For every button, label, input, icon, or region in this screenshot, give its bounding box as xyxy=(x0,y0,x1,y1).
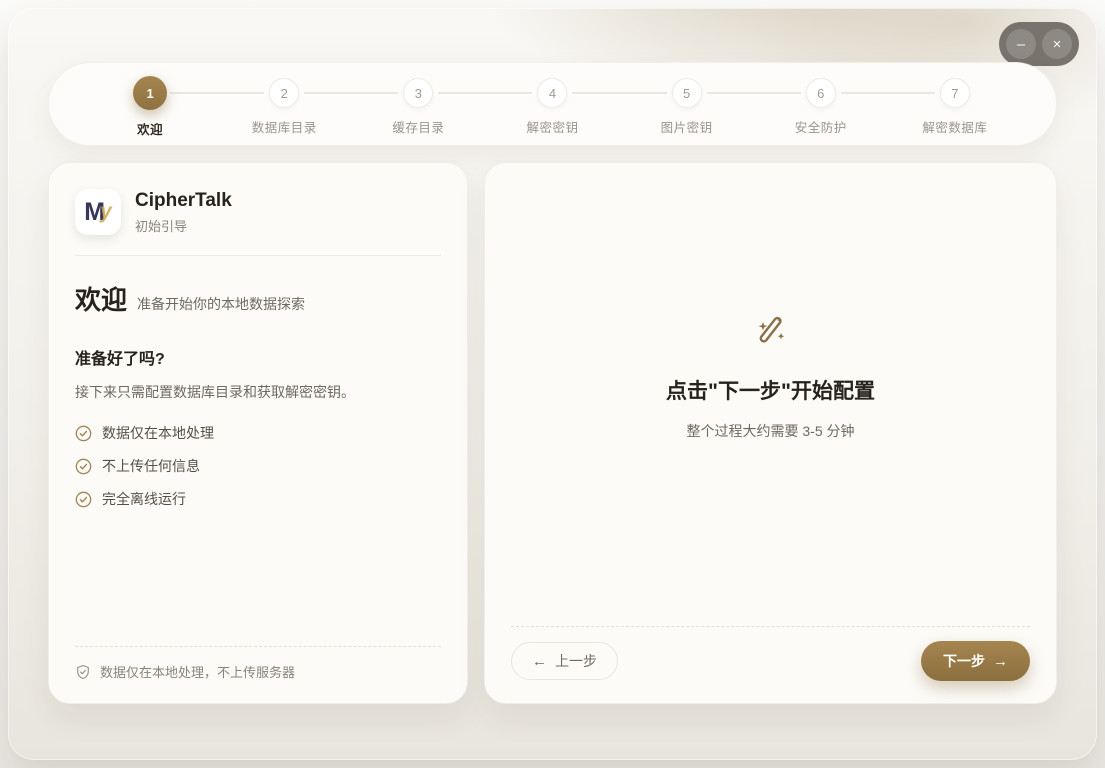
checklist-item: 完全离线运行 xyxy=(75,489,441,509)
step-label: 欢迎 xyxy=(137,123,164,137)
app-name: CipherTalk xyxy=(135,189,232,211)
checklist: 数据仅在本地处理 不上传任何信息 完全离线运行 xyxy=(75,423,441,509)
step-number: 6 xyxy=(805,78,836,108)
welcome-subtitle: 准备开始你的本地数据探索 xyxy=(137,296,306,312)
ready-heading: 准备好了吗? xyxy=(75,351,165,368)
check-circle-icon xyxy=(75,491,92,508)
stepper-step: 3 缓存目录 xyxy=(351,63,533,145)
app-subtitle: 初始引导 xyxy=(135,218,188,234)
step-number: 2 xyxy=(269,78,300,108)
stepper: 1 欢迎 2 数据库目录 3 缓存目录 4 解密密钥 5 图片密钥 6 安全防护… xyxy=(48,62,1057,146)
cta-subtitle: 整个过程大约需要 3-5 分钟 xyxy=(686,422,855,439)
checklist-item-label: 完全离线运行 xyxy=(102,491,186,507)
stepper-step: 1 欢迎 xyxy=(83,63,265,145)
arrow-right-icon: → xyxy=(993,652,1008,670)
next-step-button[interactable]: 下一步 → xyxy=(921,641,1030,681)
step-number: 3 xyxy=(403,78,434,108)
checklist-item: 不上传任何信息 xyxy=(75,456,441,476)
ready-text: 接下来只需配置数据库目录和获取解密密钥。 xyxy=(75,384,355,400)
stepper-step: 4 解密密钥 xyxy=(485,63,667,145)
arrow-left-icon: ← xyxy=(532,652,547,670)
privacy-footer: 数据仅在本地处理，不上传服务器 xyxy=(75,646,441,703)
previous-step-button[interactable]: ← 上一步 xyxy=(511,642,618,680)
step-label: 图片密钥 xyxy=(660,121,713,135)
stepper-step: 7 解密数据库 xyxy=(888,63,1022,145)
app-window: – × 1 欢迎 2 数据库目录 3 缓存目录 4 解密密钥 5 图片密钥 6 … xyxy=(8,8,1097,760)
shield-check-icon xyxy=(75,664,91,680)
step-label: 解密数据库 xyxy=(922,121,988,135)
stepper-step: 2 数据库目录 xyxy=(217,63,399,145)
stepper-step: 5 图片密钥 xyxy=(620,63,801,145)
minimize-button[interactable]: – xyxy=(1006,29,1036,59)
close-button[interactable]: × xyxy=(1042,29,1072,59)
step-label: 缓存目录 xyxy=(392,121,445,135)
welcome-title: 欢迎 xyxy=(75,285,128,315)
checklist-item: 数据仅在本地处理 xyxy=(75,423,441,443)
app-header: M y CipherTalk 初始引导 xyxy=(75,189,441,256)
logo-accent-letter: y xyxy=(100,200,112,223)
welcome-card: M y CipherTalk 初始引导 欢迎 准备开始你的本地数据探索 准备好了… xyxy=(48,162,468,704)
stepper-step: 6 安全防护 xyxy=(754,63,936,145)
checklist-item-label: 不上传任何信息 xyxy=(102,458,200,474)
cta-card: 点击"下一步"开始配置 整个过程大约需要 3-5 分钟 ← 上一步 下一步 → xyxy=(484,162,1057,704)
cta-title: 点击"下一步"开始配置 xyxy=(666,379,875,403)
step-number: 5 xyxy=(671,78,702,108)
magic-wand-icon xyxy=(751,309,791,349)
step-number: 7 xyxy=(939,78,970,108)
next-step-label: 下一步 xyxy=(943,653,985,669)
privacy-footer-text: 数据仅在本地处理，不上传服务器 xyxy=(100,665,296,680)
step-number: 1 xyxy=(133,76,168,110)
app-logo: M y xyxy=(75,189,121,235)
step-number: 4 xyxy=(537,78,568,108)
checklist-item-label: 数据仅在本地处理 xyxy=(102,425,214,441)
wizard-nav: ← 上一步 下一步 → xyxy=(511,626,1030,703)
step-label: 数据库目录 xyxy=(251,121,317,135)
check-circle-icon xyxy=(75,425,92,442)
window-controls: – × xyxy=(999,22,1079,66)
previous-step-label: 上一步 xyxy=(555,653,597,669)
step-label: 解密密钥 xyxy=(526,121,579,135)
check-circle-icon xyxy=(75,458,92,475)
step-label: 安全防护 xyxy=(794,121,847,135)
